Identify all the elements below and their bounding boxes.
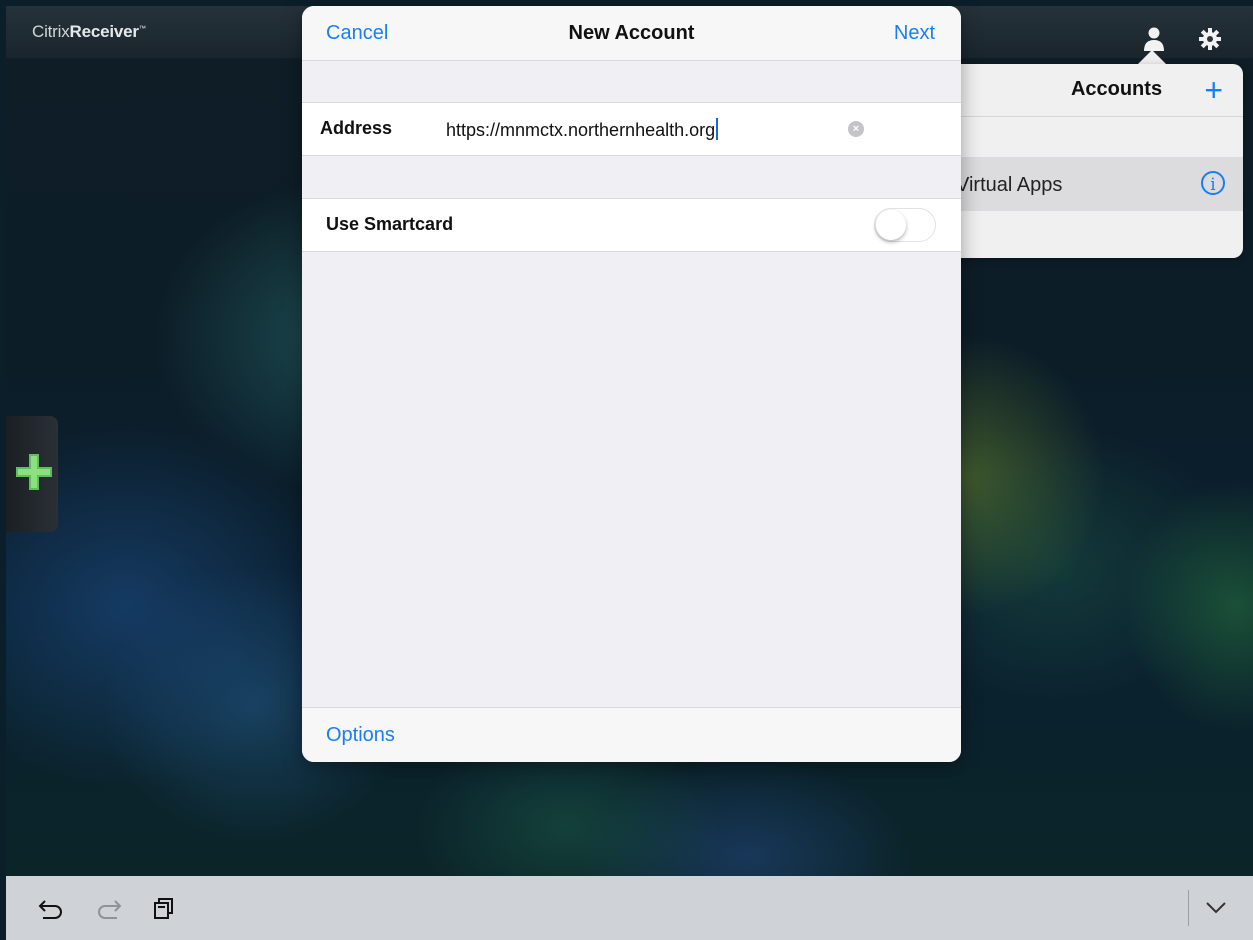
text-caret (716, 118, 719, 140)
dialog-footer: Options (302, 707, 961, 762)
paste-icon[interactable] (152, 896, 176, 920)
address-row: Address https://mnmctx.northernhealth.or… (302, 102, 961, 156)
brand-bold: Receiver (69, 22, 139, 41)
gear-icon[interactable] (1199, 28, 1221, 50)
toolbar-divider (1188, 890, 1189, 926)
brand-tm: ™ (138, 25, 146, 33)
redo-icon[interactable] (96, 898, 122, 920)
info-icon[interactable]: i (1201, 171, 1225, 195)
toggle-knob (876, 210, 906, 240)
undo-icon[interactable] (38, 898, 64, 920)
popover-title: Accounts (1070, 78, 1163, 100)
address-label: Address (320, 118, 393, 138)
smartcard-row: Use Smartcard (302, 198, 961, 252)
accounts-popover: Accounts + Virtual Apps i (940, 64, 1243, 258)
dialog-header: Cancel New Account Next (302, 6, 961, 61)
new-account-dialog: Cancel New Account Next Address https://… (302, 6, 961, 762)
account-row-label: Virtual Apps (956, 174, 1063, 196)
plus-icon (16, 454, 52, 490)
app-logo: CitrixReceiver™ (32, 22, 146, 42)
smartcard-toggle[interactable] (874, 208, 936, 242)
divider (940, 116, 1243, 117)
options-button[interactable]: Options (326, 724, 395, 747)
account-row[interactable]: Virtual Apps i (940, 157, 1243, 211)
keyboard-shortcut-bar (6, 876, 1253, 940)
smartcard-label: Use Smartcard (326, 214, 454, 234)
next-button[interactable]: Next (894, 22, 935, 45)
add-account-button[interactable]: + (1204, 72, 1223, 108)
dialog-title: New Account (568, 22, 695, 44)
add-app-tab[interactable] (6, 416, 58, 532)
address-value: https://mnmctx.northernhealth.org (446, 120, 716, 140)
address-input[interactable]: https://mnmctx.northernhealth.org (446, 118, 719, 141)
clear-icon[interactable]: × (848, 121, 864, 137)
chevron-down-icon[interactable] (1204, 900, 1228, 916)
brand-light: Citrix (32, 22, 70, 41)
user-icon[interactable] (1144, 26, 1164, 52)
popover-arrow (1138, 50, 1166, 64)
